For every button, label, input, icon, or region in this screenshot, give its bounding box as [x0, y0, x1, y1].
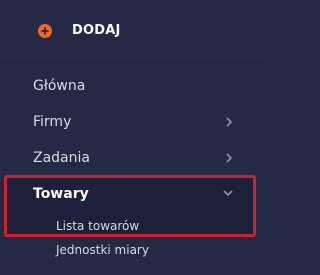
divider	[0, 62, 263, 63]
submenu-item-lista-towarow[interactable]: Lista towarów	[56, 218, 139, 234]
chevron-right-icon	[226, 117, 233, 127]
sidebar: DODAJ Główna Firmy Zadania Towary Lista …	[0, 0, 263, 275]
plus-circle-icon	[38, 24, 52, 38]
chevron-right-icon	[226, 153, 233, 163]
sidebar-item-towary[interactable]: Towary	[0, 176, 263, 212]
chevron-down-icon	[223, 190, 233, 197]
add-button[interactable]: DODAJ	[0, 0, 263, 62]
sidebar-item-label: Zadania	[33, 150, 90, 166]
add-label: DODAJ	[72, 23, 121, 38]
sidebar-item-zadania[interactable]: Zadania	[0, 140, 263, 176]
sidebar-item-firmy[interactable]: Firmy	[0, 104, 263, 140]
sidebar-item-label: Towary	[33, 186, 89, 202]
sidebar-item-label: Firmy	[33, 114, 72, 130]
sidebar-item-glowna[interactable]: Główna	[0, 68, 263, 104]
submenu-item-jednostki-miary[interactable]: Jednostki miary	[56, 242, 149, 258]
sidebar-item-label: Główna	[33, 78, 86, 94]
